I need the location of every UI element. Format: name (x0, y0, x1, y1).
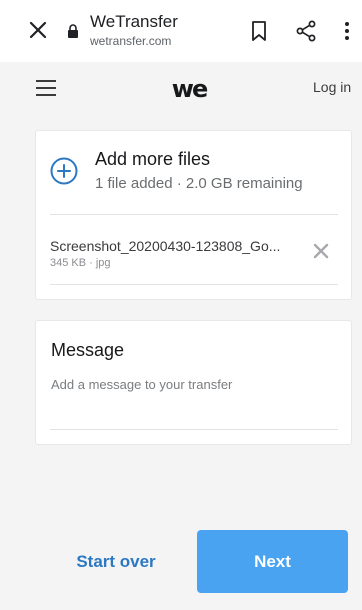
files-summary: 1 file added · 2.0 GB remaining (95, 175, 303, 192)
file-name: Screenshot_20200430-123808_Go... (50, 238, 281, 254)
add-more-files-button[interactable]: Add more files (95, 149, 210, 170)
login-link[interactable]: Log in (313, 79, 351, 95)
start-over-button[interactable]: Start over (60, 541, 172, 583)
message-label: Message (51, 340, 125, 360)
remove-file-icon[interactable] (313, 243, 329, 259)
more-menu-icon[interactable] (342, 20, 352, 42)
next-button[interactable]: Next (197, 530, 348, 593)
message-underline (50, 429, 338, 430)
file-meta: 345 KB · jpg (50, 257, 111, 269)
message-input[interactable]: Add a message to your transfer (51, 377, 232, 392)
svg-text:we: we (172, 77, 208, 101)
lock-icon (68, 24, 78, 38)
page-url[interactable]: wetransfer.com (90, 34, 171, 48)
wetransfer-logo[interactable]: we (166, 77, 212, 101)
divider (50, 214, 338, 215)
bookmark-icon[interactable] (251, 21, 267, 41)
hamburger-menu-icon[interactable] (36, 80, 56, 96)
add-files-icon[interactable] (50, 157, 78, 185)
share-icon[interactable] (295, 20, 317, 42)
divider (50, 284, 338, 285)
close-icon[interactable] (28, 20, 48, 40)
page-title: WeTransfer (90, 12, 178, 31)
